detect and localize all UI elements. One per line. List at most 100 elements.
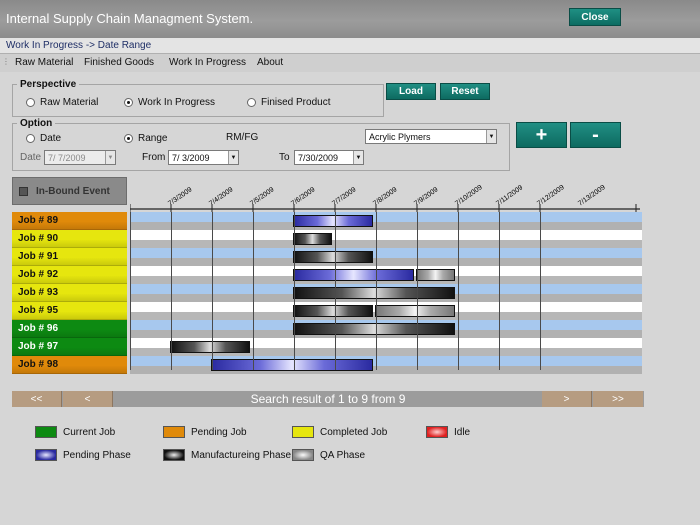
row-stripe [130,356,642,366]
mfg-phase-bar[interactable] [170,341,250,353]
legend-completed-job-label: Completed Job [320,426,388,438]
job-label[interactable]: Job # 92 [12,266,127,284]
product-select[interactable]: Acrylic Plymers ▼ [365,129,497,144]
mfg-phase-bar[interactable] [293,305,373,317]
option-legend: Option [20,118,53,129]
radio-work-in-progress-dot[interactable] [124,98,133,107]
menu-item-raw-material[interactable]: Raw Material [15,57,73,68]
legend-qa-phase: QA Phase [292,449,365,461]
row-stripe [130,366,642,374]
row-stripe [130,248,642,258]
radio-range[interactable]: Range [124,133,167,144]
job-label[interactable]: Job # 96 [12,320,127,338]
load-button[interactable]: Load [386,83,436,100]
qa-phase-bar[interactable] [416,269,455,281]
radio-finished-product[interactable]: Finised Product [247,97,330,108]
legend-current-job-label: Current Job [63,426,116,438]
gantt-row: Job # 89 [12,212,644,230]
radio-date[interactable]: Date [26,133,61,144]
menu-grip-icon: ⋮ [2,57,10,66]
mfg-phase-bar[interactable] [293,323,455,335]
axis-date-label: 7/13/2009 [577,184,607,208]
row-stripe [130,230,642,240]
radio-range-dot[interactable] [124,134,133,143]
reset-button[interactable]: Reset [440,83,490,100]
menu-bar: ⋮ Raw Material Finished Goods Work In Pr… [0,54,700,72]
gantt-row: Job # 92 [12,266,644,284]
job-label[interactable]: Job # 93 [12,284,127,302]
date-picker-value: 7/ 7/2009 [48,152,86,163]
pending-phase-swatch [35,449,57,461]
radio-raw-material-label: Raw Material [40,97,99,108]
gantt-row: Job # 95 [12,302,644,320]
mfg-phase-bar[interactable] [293,251,373,263]
breadcrumb: Work In Progress -> Date Range [0,38,700,54]
close-button[interactable]: Close [569,8,621,26]
job-label[interactable]: Job # 89 [12,212,127,230]
qa-phase-bar[interactable] [375,305,455,317]
menu-item-finished-goods[interactable]: Finished Goods [84,57,154,68]
from-date-picker[interactable]: 7/ 3/2009 ▼ [168,150,239,165]
menu-item-work-in-progress[interactable]: Work In Progress [169,57,246,68]
date-gridline [499,212,500,370]
radio-raw-material[interactable]: Raw Material [26,97,98,108]
date-picker: 7/ 7/2009 ▼ [44,150,116,165]
pagination-bar: << < Search result of 1 to 9 from 9 > >> [12,391,644,407]
row-stripe [130,212,642,222]
date-gridline [294,212,295,370]
menu-item-about[interactable]: About [257,57,283,68]
radio-raw-material-dot[interactable] [26,98,35,107]
next-page-button[interactable]: > [542,391,592,407]
chevron-down-icon[interactable]: ▼ [486,130,496,143]
mfg-phase-bar[interactable] [293,287,455,299]
date-axis: 7/3/2009 7/4/2009 7/5/2009 7/6/2009 7/7/2009… [130,184,640,212]
rmfg-label: RM/FG [226,132,259,143]
gantt-row: Job # 96 [12,320,644,338]
radio-work-in-progress-label: Work In Progress [138,97,216,108]
pending-phase-bar[interactable] [211,359,373,371]
mfg-phase-bar[interactable] [293,233,332,245]
date-gridline [171,212,172,370]
date-gridline [212,212,213,370]
legend-pending-phase-label: Pending Phase [63,449,131,461]
legend-current-job: Current Job [35,426,115,438]
mfg-phase-swatch [163,449,185,461]
qa-phase-swatch [292,449,314,461]
row-stripe [130,240,642,248]
app-title: Internal Supply Chain Managment System. [6,11,254,26]
pending-phase-bar[interactable] [293,269,414,281]
product-select-value: Acrylic Plymers [369,131,431,142]
job-label[interactable]: Job # 90 [12,230,127,248]
chevron-down-icon[interactable]: ▼ [228,151,238,164]
idle-swatch [426,426,448,438]
job-label[interactable]: Job # 97 [12,338,127,356]
date-gridline [130,212,131,370]
gantt-row: Job # 97 [12,338,644,356]
legend-pending-job: Pending Job [163,426,247,438]
first-page-button[interactable]: << [12,391,62,407]
legend-pending-phase: Pending Phase [35,449,131,461]
radio-work-in-progress[interactable]: Work In Progress [124,97,215,108]
prev-page-button[interactable]: < [63,391,113,407]
legend-mfg-phase-label: Manufactureing Phase [191,449,292,461]
zoom-out-button[interactable]: - [570,122,621,148]
job-label[interactable]: Job # 95 [12,302,127,320]
breadcrumb-text: Work In Progress -> Date Range [6,40,152,51]
radio-date-dot[interactable] [26,134,35,143]
perspective-legend: Perspective [20,79,77,90]
gantt-row: Job # 90 [12,230,644,248]
pending-job-swatch [163,426,185,438]
row-stripe [130,258,642,266]
zoom-in-button[interactable]: + [516,122,567,148]
legend-qa-phase-label: QA Phase [320,449,366,461]
job-label[interactable]: Job # 98 [12,356,127,374]
legend-completed-job: Completed Job [292,426,387,438]
from-date-value: 7/ 3/2009 [172,152,210,163]
job-label[interactable]: Job # 91 [12,248,127,266]
to-date-picker[interactable]: 7/30/2009 ▼ [294,150,364,165]
gantt-row: Job # 98 [12,356,644,374]
pending-phase-bar[interactable] [293,215,373,227]
radio-finished-product-dot[interactable] [247,98,256,107]
last-page-button[interactable]: >> [593,391,643,407]
chevron-down-icon[interactable]: ▼ [353,151,363,164]
